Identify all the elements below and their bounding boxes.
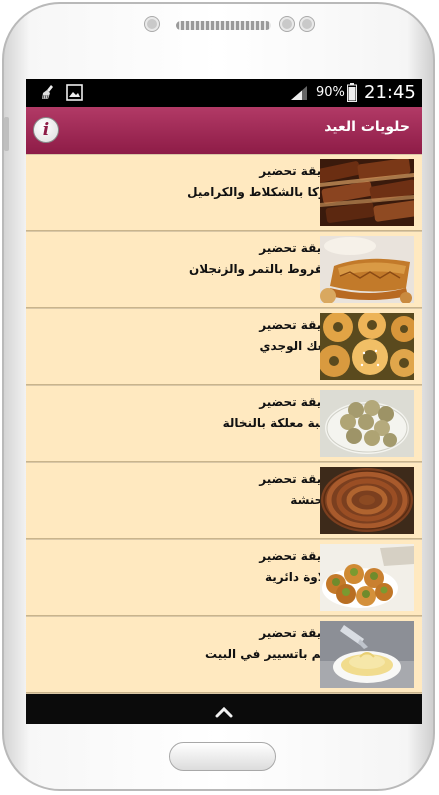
info-icon[interactable]: i [33,117,59,143]
list-item[interactable]: طريقة تحضير كريم باتسيير في البيت [26,617,422,693]
list-item-title: النوكا بالشكلاط والكراميل [187,185,340,199]
list-item[interactable]: طريقة تحضير غريبة معلكة بالنخالة [26,386,422,462]
list-item[interactable]: طريقة تحضير النوكا بالشكلاط والكراميل [26,155,422,231]
list-item-title: المقروط بالتمر والزنجلان [188,262,340,276]
list-item[interactable]: طريقة تحضير المقروط بالتمر والزنجلان [26,232,422,308]
page-title: حلويات العيد [324,119,410,135]
phone-frame: 90% 21:45 i حلويات العيد طريقة تحضير الن… [2,2,435,791]
image-icon [66,84,83,105]
battery-icon [347,83,357,106]
list-item[interactable]: طريقة تحضير الكعك الوجدي [26,309,422,385]
broom-icon [40,84,58,106]
side-button [4,117,9,151]
coiled-pastry-image [320,467,414,534]
chocolate-caramel-bars-image [320,159,414,226]
chevron-up-icon[interactable] [215,703,233,722]
navigation-bar [26,694,422,724]
front-camera [145,17,159,31]
recipe-list: طريقة تحضير النوكا بالشكلاط والكراميل طر… [26,154,422,694]
battery-percent: 90% [316,85,345,100]
ghriba-cookies-image [320,390,414,457]
home-button[interactable] [169,742,276,771]
signal-icon [290,85,308,105]
round-baklava-image [320,544,414,611]
list-item-label: طريقة تحضير [259,164,340,178]
screen: 90% 21:45 i حلويات العيد طريقة تحضير الن… [26,79,422,724]
list-item-label: طريقة تحضير [259,241,340,255]
sensor-left [280,17,294,31]
app-bar: i حلويات العيد [26,107,422,154]
makrout-pastry-image [320,236,414,303]
sensor-right [300,17,314,31]
list-item[interactable]: طريقة تحضير بحلاوة دائرية [26,540,422,616]
pastry-cream-image [320,621,414,688]
list-item[interactable]: طريقة تحضير المحنشة [26,463,422,539]
status-bar: 90% 21:45 [26,79,422,107]
clock: 21:45 [364,82,416,103]
ring-cookies-image [320,313,414,380]
earpiece-speaker [176,21,271,30]
